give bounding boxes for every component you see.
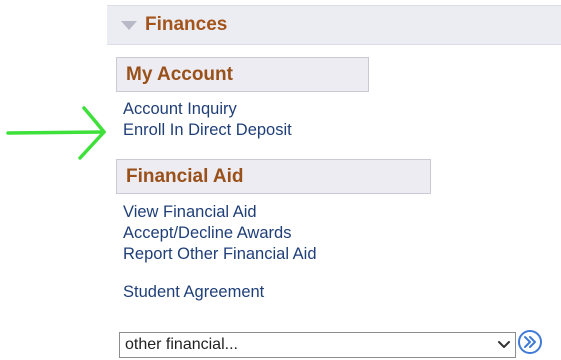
account-inquiry-link[interactable]: Account Inquiry [123,100,237,119]
double-chevron-right-icon [524,336,536,348]
financial-aid-title: Financial Aid [126,165,244,187]
triangle-down-icon[interactable] [121,20,137,30]
view-financial-aid-link[interactable]: View Financial Aid [123,203,257,222]
finances-page: Finances My Account Account Inquiry Enro… [0,0,561,360]
report-other-financial-aid-link[interactable]: Report Other Financial Aid [123,245,317,264]
student-agreement-link[interactable]: Student Agreement [123,283,264,302]
finances-section-header[interactable]: Finances [107,5,561,45]
arrow-right-icon [6,106,106,160]
enroll-direct-deposit-link[interactable]: Enroll In Direct Deposit [123,121,292,140]
other-financial-select[interactable]: other financial... [119,332,516,358]
chevron-down-icon[interactable] [493,332,515,358]
finances-title: Finances [145,14,228,35]
go-button[interactable] [518,330,542,354]
my-account-title: My Account [126,63,233,85]
accept-decline-awards-link[interactable]: Accept/Decline Awards [123,224,291,243]
other-financial-select-value: other financial... [125,336,238,353]
my-account-header: My Account [116,57,369,92]
financial-aid-header: Financial Aid [116,159,431,194]
